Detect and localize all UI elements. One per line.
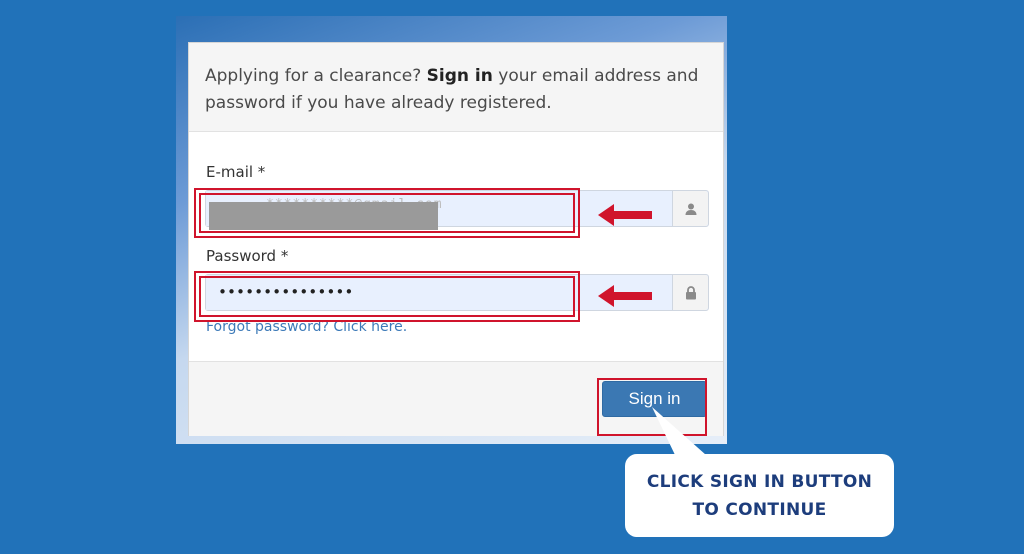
instruction-callout: CLICK SIGN IN BUTTON TO CONTINUE xyxy=(625,454,894,537)
password-addon xyxy=(672,275,708,310)
lock-icon xyxy=(685,285,696,299)
panel-header: Applying for a clearance? Sign in your e… xyxy=(189,43,723,132)
forgot-password-link[interactable]: Forgot password? Click here. xyxy=(206,319,407,335)
callout-line-1: CLICK SIGN IN BUTTON xyxy=(646,471,873,492)
callout-line-2: TO CONTINUE xyxy=(692,499,827,520)
password-highlight xyxy=(194,271,580,322)
password-label: Password * xyxy=(206,247,289,265)
email-highlight xyxy=(194,188,580,238)
email-addon xyxy=(672,191,708,226)
arrow-left-icon xyxy=(598,285,652,307)
email-label: E-mail * xyxy=(206,163,266,181)
intro-prefix: Applying for a clearance? xyxy=(205,66,427,86)
user-icon xyxy=(685,203,696,215)
callout-tail xyxy=(652,407,706,457)
signin-panel: Applying for a clearance? Sign in your e… xyxy=(188,42,724,436)
intro-bold: Sign in xyxy=(426,66,493,86)
intro-text: Applying for a clearance? Sign in your e… xyxy=(205,63,705,117)
arrow-left-icon xyxy=(598,204,652,226)
